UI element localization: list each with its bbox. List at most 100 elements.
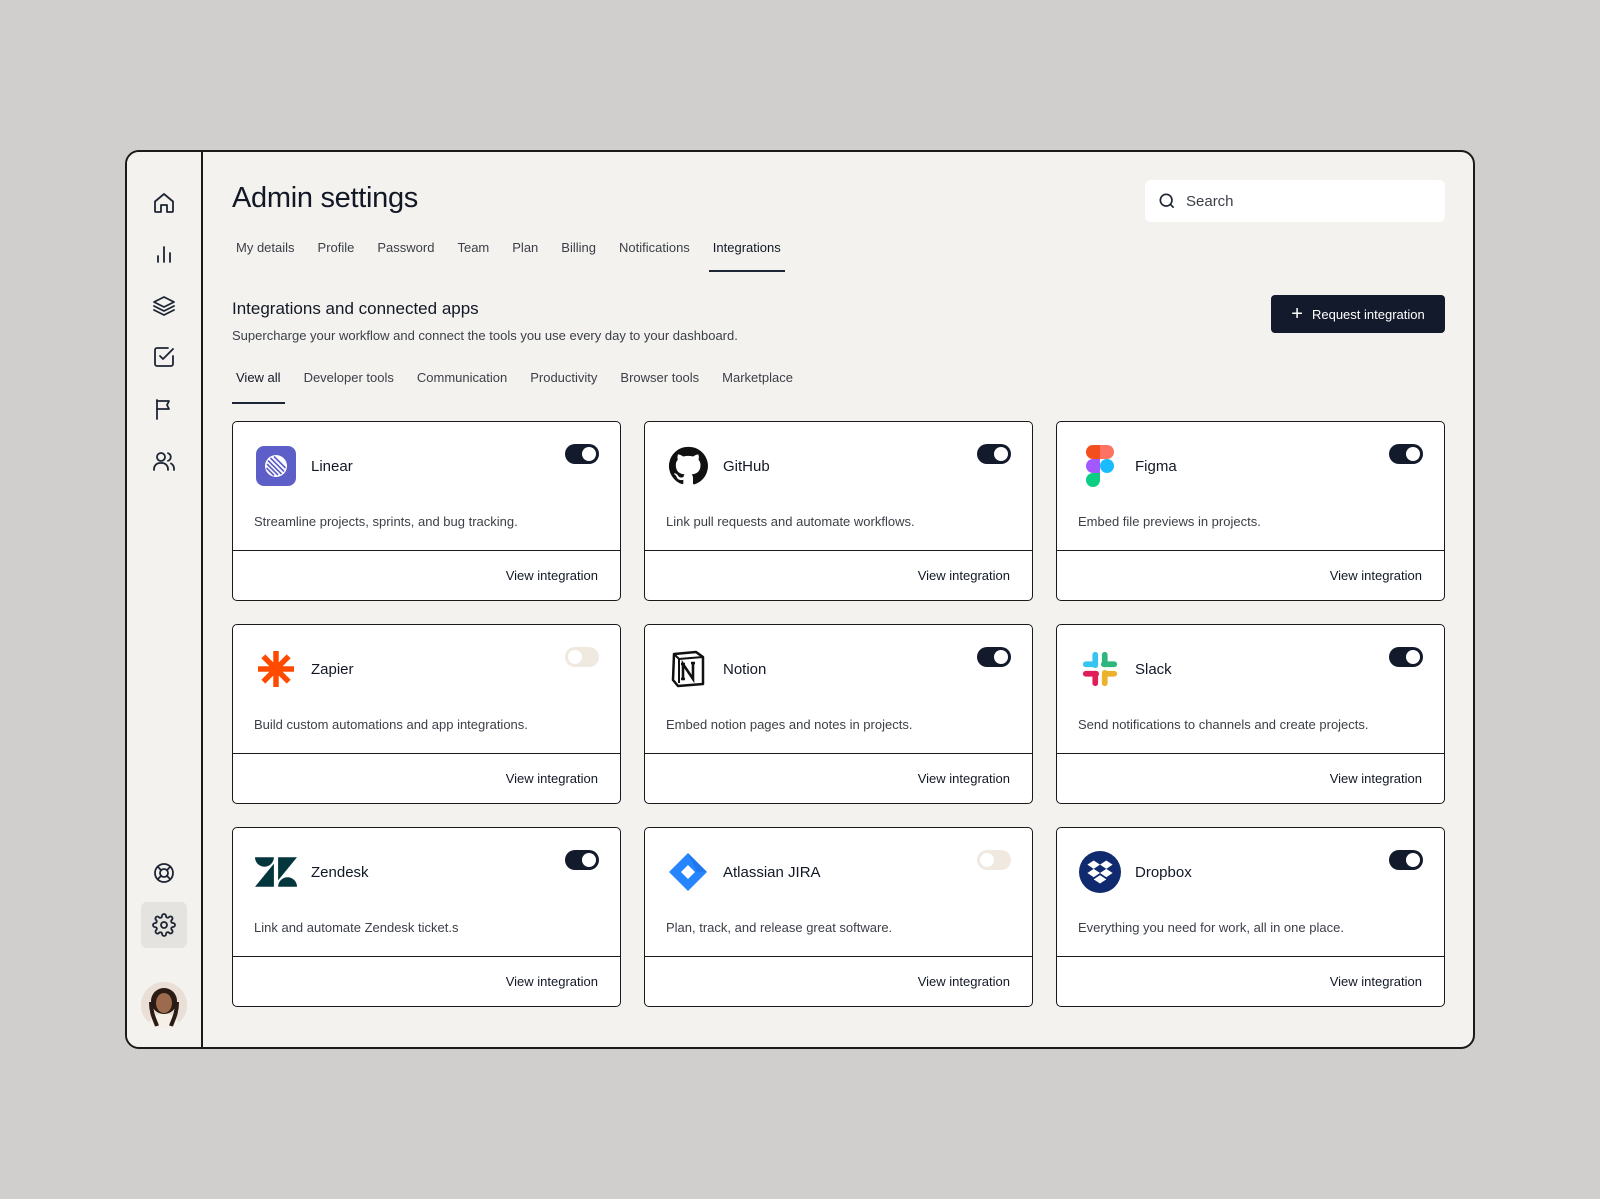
- filter-marketplace[interactable]: Marketplace: [718, 370, 797, 404]
- flag-icon: [156, 399, 170, 420]
- category-filters: View all Developer tools Communication P…: [232, 370, 812, 404]
- sidebar-item-users[interactable]: [141, 438, 187, 484]
- main-content: Admin settings My details Profile Passwo…: [232, 152, 1445, 1047]
- view-integration-link[interactable]: View integration: [918, 771, 1010, 786]
- users-icon: [153, 452, 175, 471]
- sidebar-item-settings[interactable]: [141, 902, 187, 948]
- search-input[interactable]: [1186, 192, 1426, 210]
- integration-description: Plan, track, and release great software.: [666, 920, 893, 935]
- integration-toggle[interactable]: [977, 850, 1011, 870]
- integration-description: Link and automate Zendesk ticket.s: [254, 920, 459, 935]
- support-icon: [154, 863, 174, 883]
- sidebar-item-layers[interactable]: [141, 283, 187, 329]
- integration-description: Link pull requests and automate workflow…: [666, 514, 915, 529]
- integration-name: Linear: [311, 458, 353, 475]
- integration-grid: Linear Streamline projects, sprints, and…: [232, 421, 1445, 1007]
- linear-logo: [255, 445, 297, 487]
- integration-name: Dropbox: [1135, 864, 1192, 881]
- view-integration-link[interactable]: View integration: [506, 974, 598, 989]
- view-integration-link[interactable]: View integration: [918, 974, 1010, 989]
- integration-name: Figma: [1135, 458, 1177, 475]
- tab-password[interactable]: Password: [373, 240, 438, 272]
- settings-icon: [152, 913, 176, 937]
- integration-name: Notion: [723, 661, 767, 678]
- integration-toggle[interactable]: [565, 647, 599, 667]
- integration-description: Embed notion pages and notes in projects…: [666, 717, 913, 732]
- integration-card-notion: Notion Embed notion pages and notes in p…: [644, 624, 1033, 804]
- slack-logo: [1079, 648, 1121, 690]
- check-square-icon: [154, 347, 174, 367]
- integration-card-figma: Figma Embed file previews in projects. V…: [1056, 421, 1445, 601]
- integration-toggle[interactable]: [565, 850, 599, 870]
- view-integration-link[interactable]: View integration: [506, 771, 598, 786]
- layers-icon: [153, 296, 175, 316]
- filter-browser-tools[interactable]: Browser tools: [616, 370, 703, 404]
- integration-name: Atlassian JIRA: [723, 864, 821, 881]
- integration-card-dropbox: Dropbox Everything you need for work, al…: [1056, 827, 1445, 1007]
- page-title: Admin settings: [232, 182, 418, 214]
- tab-plan[interactable]: Plan: [508, 240, 542, 272]
- filter-communication[interactable]: Communication: [413, 370, 511, 404]
- github-logo: [667, 445, 709, 487]
- section-subtitle: Supercharge your workflow and connect th…: [232, 328, 738, 343]
- search-box[interactable]: [1145, 180, 1445, 222]
- settings-tabs: My details Profile Password Team Plan Bi…: [232, 240, 800, 272]
- user-photo: [141, 982, 187, 1028]
- card-footer: View integration: [645, 956, 1032, 1006]
- card-footer: View integration: [1057, 753, 1444, 803]
- integration-card-zendesk: Zendesk Link and automate Zendesk ticket…: [232, 827, 621, 1007]
- integration-toggle[interactable]: [1389, 647, 1423, 667]
- notion-logo: [667, 648, 709, 690]
- tab-profile[interactable]: Profile: [314, 240, 359, 272]
- sidebar-item-tasks[interactable]: [141, 334, 187, 380]
- sidebar: [127, 152, 203, 1047]
- bar-chart-icon: [157, 246, 171, 263]
- integration-toggle[interactable]: [977, 444, 1011, 464]
- filter-productivity[interactable]: Productivity: [526, 370, 601, 404]
- card-footer: View integration: [233, 956, 620, 1006]
- filter-developer-tools[interactable]: Developer tools: [300, 370, 398, 404]
- view-integration-link[interactable]: View integration: [1330, 974, 1422, 989]
- integration-name: GitHub: [723, 458, 770, 475]
- card-footer: View integration: [645, 550, 1032, 600]
- request-integration-button[interactable]: + Request integration: [1271, 295, 1445, 333]
- integration-card-jira: Atlassian JIRA Plan, track, and release …: [644, 827, 1033, 1007]
- integration-card-slack: Slack Send notifications to channels and…: [1056, 624, 1445, 804]
- integration-toggle[interactable]: [1389, 444, 1423, 464]
- view-integration-link[interactable]: View integration: [918, 568, 1010, 583]
- tab-team[interactable]: Team: [453, 240, 493, 272]
- sidebar-item-analytics[interactable]: [141, 231, 187, 277]
- integration-name: Zapier: [311, 661, 354, 678]
- filter-view-all[interactable]: View all: [232, 370, 285, 404]
- sidebar-item-reports[interactable]: [141, 386, 187, 432]
- integration-description: Build custom automations and app integra…: [254, 717, 528, 732]
- integration-description: Everything you need for work, all in one…: [1078, 920, 1344, 935]
- zapier-logo: [255, 648, 297, 690]
- integration-card-linear: Linear Streamline projects, sprints, and…: [232, 421, 621, 601]
- view-integration-link[interactable]: View integration: [506, 568, 598, 583]
- jira-logo: [667, 851, 709, 893]
- tab-integrations[interactable]: Integrations: [708, 240, 785, 272]
- figma-logo: [1079, 445, 1121, 487]
- integration-description: Streamline projects, sprints, and bug tr…: [254, 514, 518, 529]
- integration-card-zapier: Zapier Build custom automations and app …: [232, 624, 621, 804]
- tab-notifications[interactable]: Notifications: [615, 240, 694, 272]
- view-integration-link[interactable]: View integration: [1330, 771, 1422, 786]
- section-title: Integrations and connected apps: [232, 299, 479, 318]
- avatar[interactable]: [141, 982, 187, 1028]
- integration-card-github: GitHub Link pull requests and automate w…: [644, 421, 1033, 601]
- sidebar-item-support[interactable]: [141, 850, 187, 896]
- view-integration-link[interactable]: View integration: [1330, 568, 1422, 583]
- dropbox-logo: [1079, 851, 1121, 893]
- tab-my-details[interactable]: My details: [232, 240, 299, 272]
- tab-billing[interactable]: Billing: [557, 240, 600, 272]
- card-footer: View integration: [1057, 550, 1444, 600]
- sidebar-item-home[interactable]: [141, 180, 187, 226]
- zendesk-logo: [255, 851, 297, 893]
- request-integration-label: Request integration: [1311, 306, 1425, 322]
- card-footer: View integration: [233, 550, 620, 600]
- integration-toggle[interactable]: [1389, 850, 1423, 870]
- integration-toggle[interactable]: [977, 647, 1011, 667]
- integration-description: Embed file previews in projects.: [1078, 514, 1261, 529]
- integration-toggle[interactable]: [565, 444, 599, 464]
